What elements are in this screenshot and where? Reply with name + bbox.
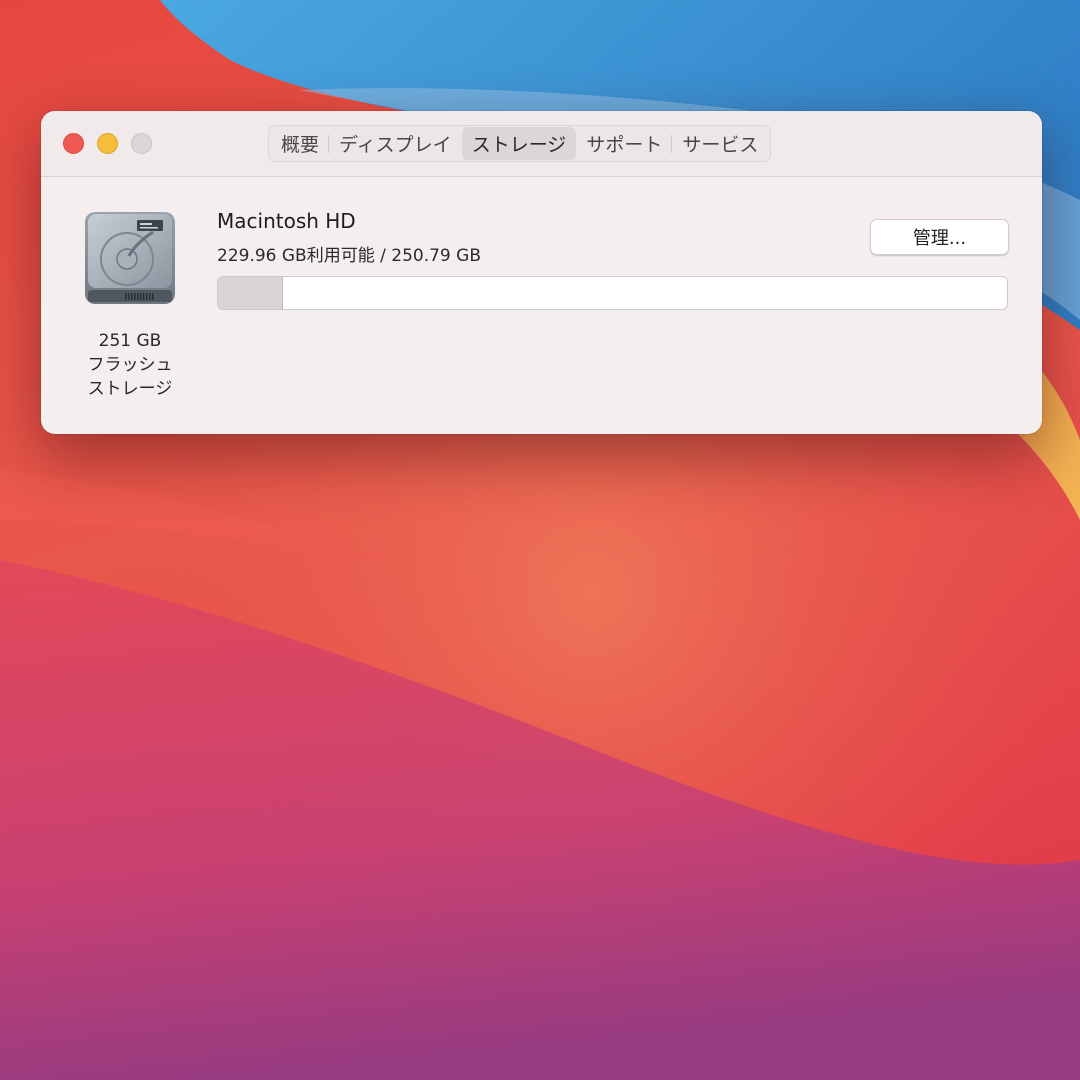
zoom-button[interactable] <box>131 133 152 154</box>
tab-bar: 概要 ディスプレイ ストレージ サポート サービス <box>268 125 772 162</box>
tab-storage[interactable]: ストレージ <box>461 127 577 160</box>
tab-service[interactable]: サービス <box>671 127 768 160</box>
minimize-button[interactable] <box>97 133 118 154</box>
disk-caption: 251 GB フラッシュ ストレージ <box>63 329 197 401</box>
disk-type-line1: フラッシュ <box>87 355 173 375</box>
hard-drive-icon <box>85 212 175 304</box>
manage-button[interactable]: 管理... <box>870 219 1009 255</box>
close-button[interactable] <box>63 133 84 154</box>
volume-name: Macintosh HD <box>217 209 356 233</box>
storage-used-segment <box>218 277 284 309</box>
tab-displays[interactable]: ディスプレイ <box>328 127 462 160</box>
about-this-mac-window: 概要 ディスプレイ ストレージ サポート サービス 251 GB フラッシュ ス… <box>41 111 1042 434</box>
tab-overview[interactable]: 概要 <box>271 127 329 160</box>
volume-availability: 229.96 GB利用可能 / 250.79 GB <box>217 246 481 266</box>
tab-support[interactable]: サポート <box>576 127 672 160</box>
disk-size-label: 251 GB <box>98 331 162 351</box>
storage-usage-bar <box>217 276 1008 310</box>
title-bar: 概要 ディスプレイ ストレージ サポート サービス <box>41 111 1042 177</box>
disk-type-line2: ストレージ <box>87 379 173 399</box>
